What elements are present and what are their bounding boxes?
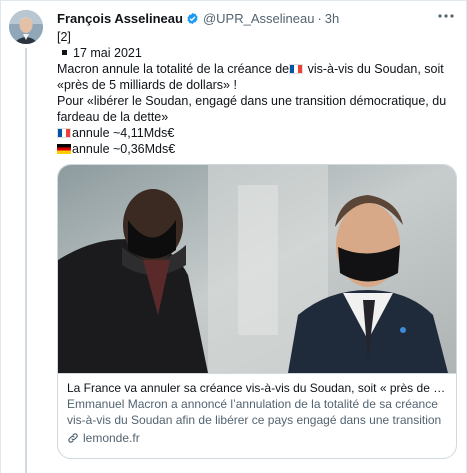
- link-preview-card[interactable]: La France va annuler sa créance vis-à-vi…: [57, 164, 457, 459]
- avatar[interactable]: [9, 10, 43, 44]
- thread-line: [25, 48, 27, 473]
- tweet-paragraph-1: Macron annule la totalité de la créance …: [57, 61, 457, 93]
- frame-left-border: [0, 0, 1, 473]
- france-flag-icon: [289, 64, 304, 74]
- link-preview-description: Emmanuel Macron a annoncé l’annulation d…: [67, 397, 442, 427]
- more-horizontal-icon[interactable]: [435, 6, 457, 26]
- tweet-paragraph-1-start: Macron annule la totalité de la créance …: [57, 62, 290, 76]
- link-preview-info[interactable]: La France va annuler sa créance vis-à-vi…: [58, 373, 456, 458]
- author-name[interactable]: François Asselineau: [57, 11, 183, 26]
- germany-flag-icon: [57, 144, 71, 154]
- tweet-germany-line: annule ~0,36Mds€: [57, 141, 457, 157]
- link-preview-title[interactable]: La France va annuler sa créance vis-à-vi…: [67, 380, 447, 396]
- verified-badge-icon: [186, 12, 199, 25]
- tweet-timestamp[interactable]: 3h: [325, 11, 339, 26]
- tweet-header: François Asselineau @UPR_Asselineau · 3h: [57, 9, 427, 27]
- link-preview-domain[interactable]: lemonde.fr: [67, 430, 447, 446]
- tweet-tag: [2]: [57, 30, 71, 44]
- france-flag-icon: [57, 128, 71, 138]
- frame-top-border: [0, 0, 467, 1]
- header-separator: ·: [317, 10, 322, 26]
- link-icon: [67, 432, 79, 444]
- tweet-paragraph-2: Pour «libérer le Soudan, engagé dans une…: [57, 94, 447, 124]
- bullet-icon: [62, 50, 67, 56]
- tweet-france-line: annule ~4,11Mds€: [57, 125, 457, 141]
- germany-amount: annule ~0,36Mds€: [72, 142, 176, 156]
- tweet-text: [2] 17 mai 2021 Macron annule la totalit…: [57, 29, 457, 157]
- author-handle[interactable]: @UPR_Asselineau: [203, 11, 314, 26]
- link-preview-image[interactable]: [58, 165, 456, 373]
- tweet-date: 17 mai 2021: [73, 46, 142, 60]
- france-amount: annule ~4,11Mds€: [72, 126, 175, 140]
- tweet-date-line: 17 mai 2021: [57, 45, 457, 61]
- avatar-portrait-image: [9, 10, 43, 44]
- link-domain-text[interactable]: lemonde.fr: [83, 430, 140, 446]
